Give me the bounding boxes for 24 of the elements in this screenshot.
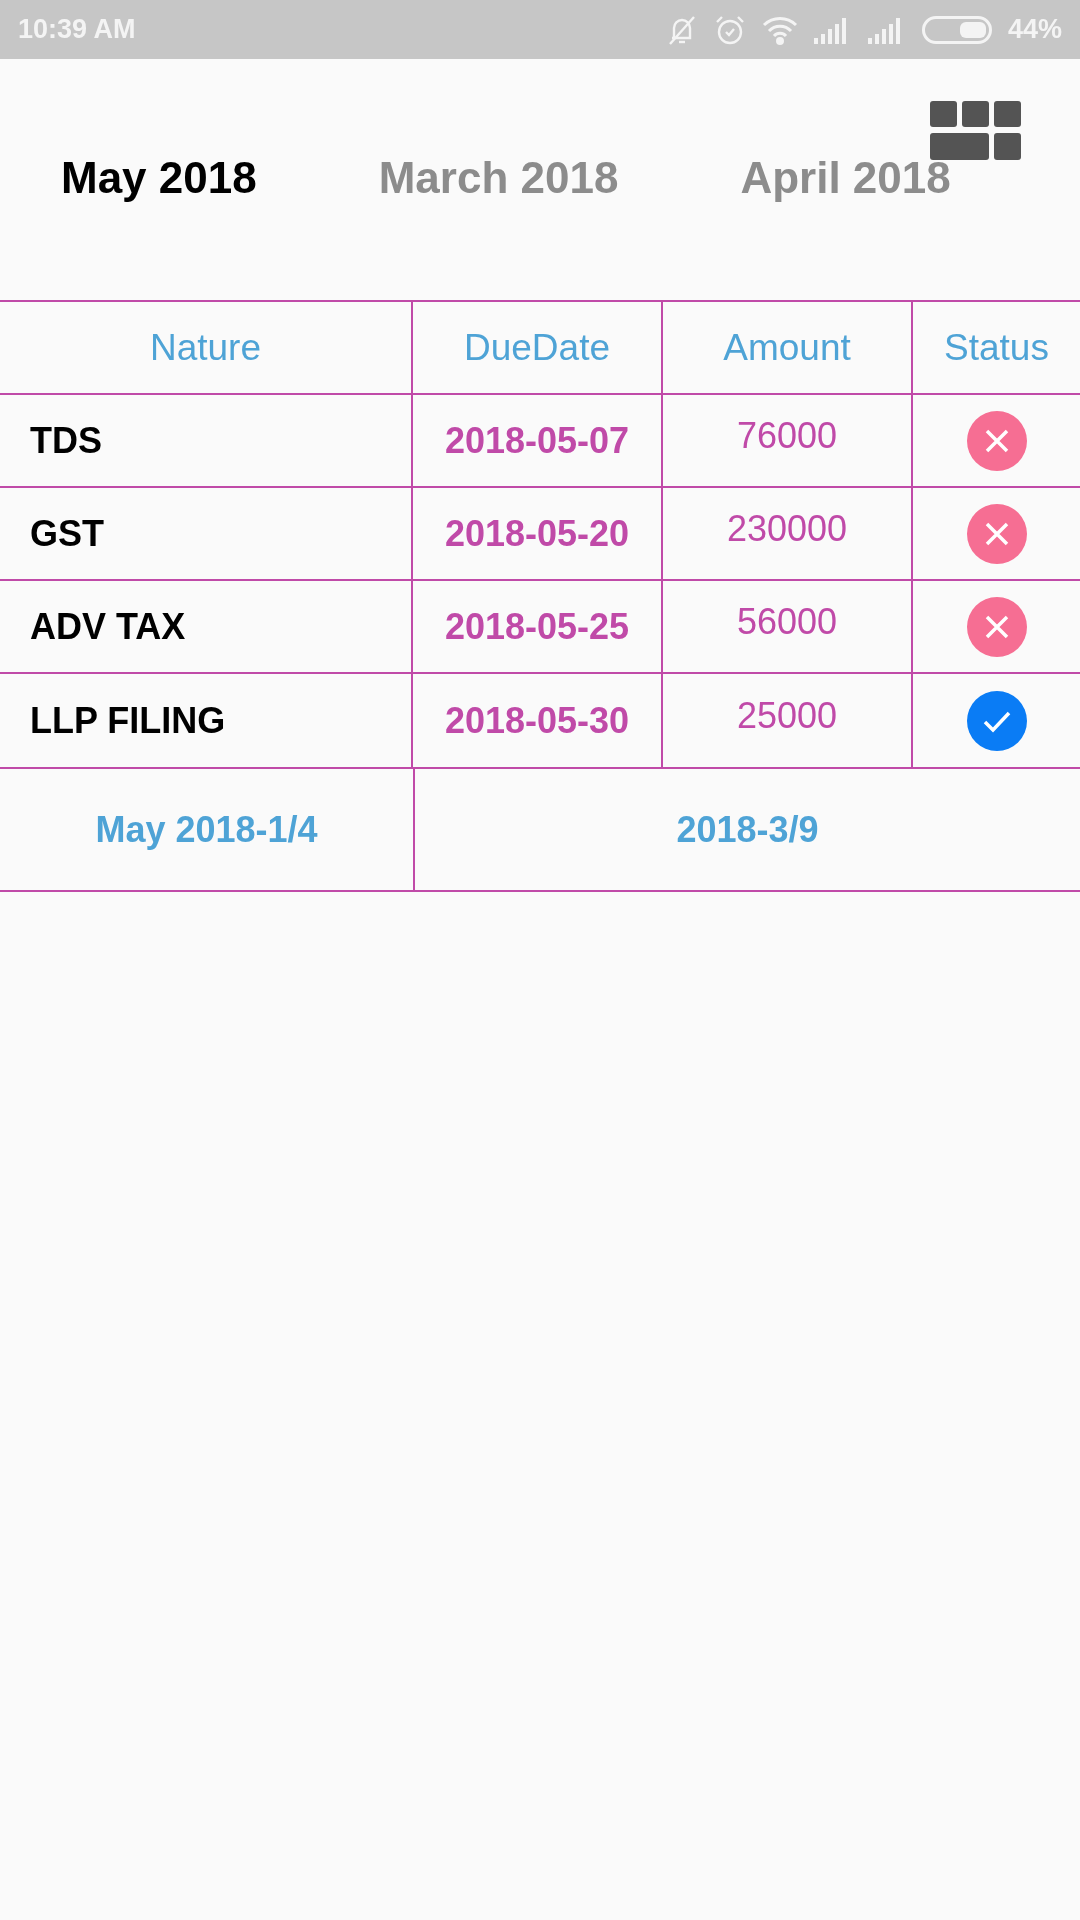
column-header: DueDate: [464, 325, 610, 370]
amount-cell-text: 230000: [726, 506, 848, 551]
amount-cell-text: 76000: [736, 413, 838, 458]
nature-cell-text: GST: [30, 511, 104, 556]
due-date-cell-text: 2018-05-20: [444, 511, 630, 556]
nature-cell-text: TDS: [30, 418, 102, 463]
month-tab[interactable]: April 2018: [740, 144, 951, 211]
battery-icon: [921, 15, 992, 44]
wifi-icon: [761, 14, 798, 45]
nature-cell-text: LLP FILING: [30, 698, 226, 743]
due-date-cell-text: 2018-05-25: [444, 604, 630, 649]
grid-icon[interactable]: [930, 101, 1022, 161]
due-date-cell-text: 2018-05-30: [444, 698, 630, 743]
amount-cell-text: 56000: [736, 599, 838, 644]
nature-cell-text: ADV TAX: [30, 604, 186, 649]
summary-text: May 2018-1/4: [95, 807, 318, 852]
summary-text: 2018-3/9: [676, 807, 819, 852]
amount-cell-text: 25000: [736, 693, 838, 738]
month-tab[interactable]: May 2018: [61, 144, 257, 211]
column-header: Amount: [723, 325, 851, 370]
column-header: Status: [944, 325, 1049, 370]
month-tab[interactable]: March 2018: [378, 144, 619, 211]
column-header: Nature: [149, 325, 262, 370]
due-date-cell-text: 2018-05-07: [444, 418, 630, 463]
